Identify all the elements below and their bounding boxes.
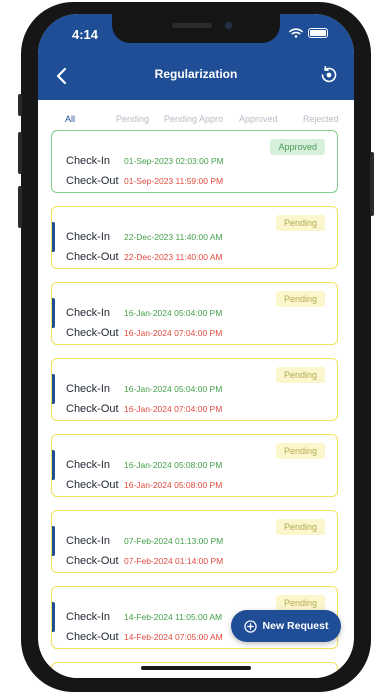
- card-accent-bar: [52, 374, 55, 404]
- check-in-label: Check-In: [66, 307, 111, 319]
- check-in-row: Check-In 22-Dec-2023 11:40:00 AM: [66, 231, 223, 243]
- check-out-label: Check-Out: [66, 479, 119, 491]
- check-in-row: Check-In 07-Feb-2024 01:13:00 PM: [66, 535, 223, 547]
- status-badge: Pending: [275, 215, 325, 231]
- tab-all[interactable]: All: [65, 114, 75, 124]
- card-accent-bar: [52, 222, 55, 252]
- check-out-label: Check-Out: [66, 631, 119, 643]
- check-out-value: 01-Sep-2023 11:59:00 PM: [124, 176, 224, 186]
- check-out-value: 22-Dec-2023 11:40:00 AM: [124, 252, 223, 262]
- check-out-value: 07-Feb-2024 01:14:00 PM: [124, 556, 224, 566]
- check-out-row: Check-Out 16-Jan-2024 05:08:00 PM: [66, 479, 222, 491]
- status-bar: 4:14: [38, 14, 354, 54]
- check-out-label: Check-Out: [66, 555, 119, 567]
- notch: [112, 14, 280, 43]
- new-request-label: New Request: [262, 620, 329, 632]
- volume-down-button: [18, 186, 22, 228]
- check-out-row: Check-Out 07-Feb-2024 01:14:00 PM: [66, 555, 223, 567]
- card-accent-bar: [52, 298, 55, 328]
- tab-rejected[interactable]: Rejected: [303, 114, 339, 124]
- check-out-label: Check-Out: [66, 175, 119, 187]
- status-badge: Pending: [275, 443, 325, 459]
- battery-icon: [308, 28, 328, 38]
- check-in-row: Check-In 16-Jan-2024 05:08:00 PM: [66, 459, 222, 471]
- request-card[interactable]: Pending Check-In 16-Jan-2024 05:04:00 PM …: [51, 282, 338, 345]
- check-out-row: Check-Out 01-Sep-2023 11:59:00 PM: [66, 175, 223, 187]
- check-out-label: Check-Out: [66, 251, 119, 263]
- plus-circle-icon: [243, 619, 257, 633]
- card-accent-bar: [52, 526, 55, 556]
- status-badge: Pending: [275, 367, 325, 383]
- request-card[interactable]: Pending Check-In 16-Jan-2024 05:04:00 PM …: [51, 358, 338, 421]
- check-in-row: Check-In 16-Jan-2024 05:04:00 PM: [66, 383, 222, 395]
- power-button: [370, 152, 374, 216]
- request-card[interactable]: [51, 662, 338, 678]
- request-card[interactable]: Approved Check-In 01-Sep-2023 02:03:00 PM…: [51, 130, 338, 193]
- request-card[interactable]: Pending Check-In 22-Dec-2023 11:40:00 AM …: [51, 206, 338, 269]
- screen: 4:14 Regularization All Pending Pending …: [38, 14, 354, 678]
- check-in-label: Check-In: [66, 535, 111, 547]
- card-accent-bar: [52, 450, 55, 480]
- home-indicator: [141, 666, 251, 670]
- nav-bar: Regularization: [38, 58, 354, 94]
- volume-up-button: [18, 132, 22, 174]
- check-out-value: 14-Feb-2024 07:05:00 AM: [124, 632, 223, 642]
- front-camera: [225, 22, 232, 29]
- check-out-value: 16-Jan-2024 07:04:00 PM: [124, 328, 223, 338]
- check-in-label: Check-In: [66, 155, 111, 167]
- check-in-value: 01-Sep-2023 02:03:00 PM: [124, 156, 224, 166]
- check-out-label: Check-Out: [66, 403, 119, 415]
- status-badge: Pending: [275, 595, 325, 611]
- new-request-button[interactable]: New Request: [231, 610, 341, 642]
- check-out-value: 16-Jan-2024 07:04:00 PM: [124, 404, 223, 414]
- check-out-row: Check-Out 14-Feb-2024 07:05:00 AM: [66, 631, 223, 643]
- page-title: Regularization: [154, 67, 238, 81]
- wifi-icon: [289, 28, 303, 38]
- status-badge: Approved: [270, 139, 325, 155]
- app-header: 4:14 Regularization: [38, 14, 354, 100]
- request-card[interactable]: Pending Check-In 07-Feb-2024 01:13:00 PM …: [51, 510, 338, 573]
- check-in-label: Check-In: [66, 459, 111, 471]
- tab-pending-approval[interactable]: Pending Appro: [164, 114, 223, 124]
- check-in-row: Check-In 16-Jan-2024 05:04:00 PM: [66, 307, 222, 319]
- status-badge: Pending: [275, 291, 325, 307]
- check-in-row: Check-In 14-Feb-2024 11:05:00 AM: [66, 611, 222, 623]
- check-in-row: Check-In 01-Sep-2023 02:03:00 PM: [66, 155, 224, 167]
- status-icons: [289, 28, 328, 38]
- check-in-value: 16-Jan-2024 05:04:00 PM: [124, 384, 223, 394]
- history-icon[interactable]: [318, 64, 340, 86]
- status-time: 4:14: [72, 27, 99, 42]
- check-out-row: Check-Out 16-Jan-2024 07:04:00 PM: [66, 327, 222, 339]
- check-out-row: Check-Out 16-Jan-2024 07:04:00 PM: [66, 403, 222, 415]
- tab-approved[interactable]: Approved: [239, 114, 278, 124]
- check-in-value: 16-Jan-2024 05:08:00 PM: [124, 460, 223, 470]
- mute-switch: [18, 94, 22, 116]
- check-in-value: 14-Feb-2024 11:05:00 AM: [124, 612, 223, 622]
- speaker: [172, 23, 212, 28]
- check-in-label: Check-In: [66, 383, 111, 395]
- status-badge: Pending: [275, 519, 325, 535]
- check-in-label: Check-In: [66, 231, 111, 243]
- tab-pending[interactable]: Pending: [116, 114, 149, 124]
- check-in-label: Check-In: [66, 611, 111, 623]
- check-out-label: Check-Out: [66, 327, 119, 339]
- card-accent-bar: [52, 602, 55, 632]
- check-in-value: 07-Feb-2024 01:13:00 PM: [124, 536, 224, 546]
- request-card[interactable]: Pending Check-In 16-Jan-2024 05:08:00 PM …: [51, 434, 338, 497]
- check-in-value: 22-Dec-2023 11:40:00 AM: [124, 232, 223, 242]
- check-out-value: 16-Jan-2024 05:08:00 PM: [124, 480, 223, 490]
- check-in-value: 16-Jan-2024 05:04:00 PM: [124, 308, 223, 318]
- check-out-row: Check-Out 22-Dec-2023 11:40:00 AM: [66, 251, 223, 263]
